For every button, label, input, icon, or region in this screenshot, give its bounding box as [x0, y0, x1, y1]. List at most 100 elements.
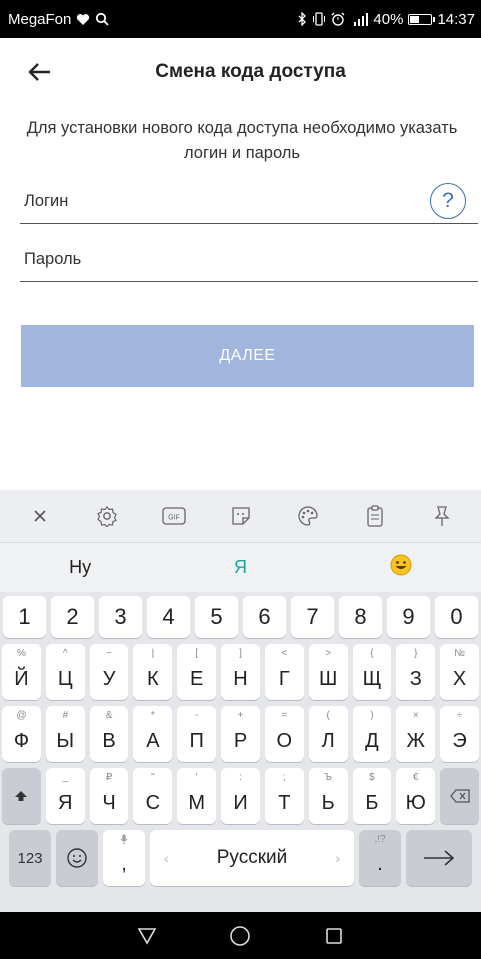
- shift-key[interactable]: [2, 768, 41, 824]
- nav-home-button[interactable]: [225, 921, 255, 951]
- alarm-icon: [331, 12, 345, 26]
- key[interactable]: 8: [339, 596, 382, 638]
- status-bar: MegaFon 40% 14:37: [0, 0, 481, 38]
- battery-icon: [408, 13, 436, 25]
- key[interactable]: ₽ Ч: [89, 768, 129, 824]
- key[interactable]: ~ У: [89, 644, 129, 700]
- arrow-left-icon: [28, 63, 50, 81]
- key[interactable]: -П: [177, 706, 217, 762]
- back-button[interactable]: [24, 56, 56, 88]
- key[interactable]: % Й: [2, 644, 41, 700]
- key[interactable]: № Х: [440, 644, 479, 700]
- key[interactable]: ) Д: [352, 706, 392, 762]
- key[interactable]: (Л: [308, 706, 348, 762]
- key[interactable]: 1: [3, 596, 46, 638]
- letter-row-3: _ Я ₽ Ч " С ' М: И; Т Ъ Ь $ Б € Ю: [2, 768, 479, 824]
- key[interactable]: < Г: [264, 644, 304, 700]
- svg-text:GIF: GIF: [168, 515, 180, 522]
- password-input[interactable]: [20, 250, 400, 269]
- suggestion-middle[interactable]: Я: [170, 557, 310, 578]
- suggestion-bar: Ну Я: [0, 542, 481, 592]
- help-button[interactable]: ?: [430, 183, 466, 219]
- close-icon[interactable]: [22, 498, 58, 534]
- keyboard: GIF Ну Я 1234567890 % Й ^ Ц ~ У | К[Е] Н < Г > Ш{Щ} З…: [0, 490, 481, 912]
- key[interactable]: 7: [291, 596, 334, 638]
- key[interactable]: 2: [51, 596, 94, 638]
- emoji-key[interactable]: [56, 830, 98, 886]
- gear-icon[interactable]: [89, 498, 125, 534]
- key[interactable]: 9: [387, 596, 430, 638]
- vibrate-icon: [312, 12, 326, 26]
- key[interactable]: ' М: [177, 768, 217, 824]
- keyboard-toolbar: GIF: [0, 490, 481, 542]
- palette-icon[interactable]: [290, 498, 326, 534]
- key[interactable]: ; Т: [264, 768, 304, 824]
- key[interactable]: 4: [147, 596, 190, 638]
- search-icon: [95, 12, 110, 26]
- key[interactable]: 6: [243, 596, 286, 638]
- letter-row-2: @ Ф # Ы & В * А - П + Р = О(Л) Д × Ж ÷ Э: [2, 706, 479, 762]
- key[interactable]: = О: [264, 706, 304, 762]
- key[interactable]: } З: [396, 644, 436, 700]
- key[interactable]: * А: [133, 706, 173, 762]
- key[interactable]: {Щ: [352, 644, 392, 700]
- key[interactable]: ] Н: [221, 644, 260, 700]
- letter-row-1: % Й ^ Ц ~ У | К[Е] Н < Г > Ш{Щ} З № Х: [2, 644, 479, 700]
- emoji-icon: [67, 848, 87, 868]
- key[interactable]: _ Я: [45, 768, 85, 824]
- key[interactable]: > Ш: [308, 644, 348, 700]
- key[interactable]: + Р: [221, 706, 260, 762]
- backspace-key[interactable]: [440, 768, 479, 824]
- help-icon: ?: [442, 189, 454, 212]
- enter-key[interactable]: [406, 830, 472, 886]
- signal-icon: [350, 12, 369, 26]
- numbers-key[interactable]: 123: [9, 830, 51, 886]
- suggestion-emoji[interactable]: [331, 554, 471, 581]
- next-button[interactable]: ДАЛЕЕ: [21, 325, 474, 387]
- bluetooth-icon: [297, 12, 307, 26]
- period-key[interactable]: ,!? .: [359, 830, 401, 886]
- page-title: Смена кода доступа: [155, 61, 346, 82]
- battery-percent: 40%: [373, 10, 404, 28]
- key[interactable]: :И: [221, 768, 260, 824]
- key[interactable]: 5: [195, 596, 238, 638]
- nav-recents-button[interactable]: [319, 921, 349, 951]
- number-row: 1234567890: [2, 596, 479, 638]
- key[interactable]: 3: [99, 596, 142, 638]
- key[interactable]: " С: [133, 768, 173, 824]
- comma-key[interactable]: ,: [103, 830, 145, 886]
- login-field: ?: [20, 180, 478, 224]
- key[interactable]: € Ю: [396, 768, 436, 824]
- sticker-icon[interactable]: [223, 498, 259, 534]
- navigation-bar: [0, 912, 481, 959]
- password-field: [20, 238, 478, 282]
- key[interactable]: # Ы: [45, 706, 85, 762]
- space-key[interactable]: ‹ Русский ›: [150, 830, 354, 886]
- pin-icon[interactable]: [424, 498, 460, 534]
- key[interactable]: ^ Ц: [45, 644, 85, 700]
- key[interactable]: 0: [435, 596, 478, 638]
- gif-icon[interactable]: GIF: [156, 498, 192, 534]
- instructions-text: Для установки нового кода доступа необхо…: [26, 119, 458, 162]
- bottom-row: 123 , ‹ Русский › ,!? .: [2, 830, 479, 886]
- key[interactable]: [Е: [177, 644, 217, 700]
- key[interactable]: ÷ Э: [440, 706, 479, 762]
- shift-icon: [15, 791, 28, 801]
- circle-home-icon: [230, 925, 251, 946]
- arrow-right-icon: [424, 850, 455, 866]
- key[interactable]: ЪЬ: [308, 768, 348, 824]
- key[interactable]: $ Б: [352, 768, 392, 824]
- key[interactable]: × Ж: [396, 706, 436, 762]
- clipboard-icon[interactable]: [357, 498, 393, 534]
- smiley-emoji-icon: [390, 554, 412, 576]
- triangle-back-icon: [137, 927, 157, 945]
- clock: 14:37: [437, 10, 475, 28]
- suggestion-left[interactable]: Ну: [10, 557, 150, 578]
- key[interactable]: @ Ф: [2, 706, 41, 762]
- login-input[interactable]: [20, 192, 400, 211]
- chevron-right-icon: ›: [335, 850, 340, 866]
- key[interactable]: & В: [89, 706, 129, 762]
- key[interactable]: | К: [133, 644, 173, 700]
- square-recents-icon: [326, 927, 342, 944]
- nav-back-button[interactable]: [132, 921, 162, 951]
